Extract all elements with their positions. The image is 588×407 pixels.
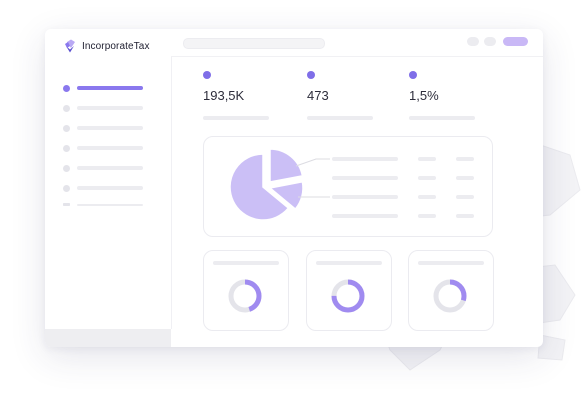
pie-legend-row	[332, 214, 482, 218]
card-title-placeholder	[316, 261, 382, 265]
sidebar-footer	[45, 329, 171, 347]
pie-chart-card	[203, 136, 493, 237]
sidebar-item-label-placeholder	[77, 146, 143, 150]
pie-legend-row	[332, 157, 482, 161]
sidebar-item-7-partial	[63, 203, 143, 206]
sidebar-item-dot	[63, 84, 70, 92]
sidebar-item-6[interactable]	[63, 184, 143, 192]
legend-value-placeholder	[418, 195, 436, 199]
sidebar-item-label-placeholder	[77, 166, 143, 170]
brand-name: IncorporateTax	[82, 40, 150, 52]
sidebar-item-2[interactable]	[63, 104, 143, 112]
sidebar: IncorporateTax	[45, 29, 172, 329]
pie-legend-row	[332, 195, 482, 199]
topbar-pill-2[interactable]	[484, 37, 496, 46]
legend-value-placeholder	[418, 157, 436, 161]
pie-chart	[229, 148, 330, 221]
donut-card-1	[203, 250, 289, 331]
stat-value: 473	[307, 88, 329, 103]
sidebar-item-4[interactable]	[63, 144, 143, 152]
stat-2: 473	[307, 71, 387, 121]
legend-label-placeholder	[332, 214, 398, 218]
sidebar-item-3[interactable]	[63, 124, 143, 132]
sidebar-item-1[interactable]	[63, 84, 143, 92]
donut-card-2	[306, 250, 392, 331]
stat-3: 1,5%	[409, 71, 489, 121]
topbar-pill-1[interactable]	[467, 37, 479, 46]
donut-chart	[331, 279, 365, 313]
pie-callout-line	[295, 158, 330, 167]
topbar-action-button[interactable]	[503, 37, 528, 46]
legend-value-placeholder	[418, 214, 436, 218]
stat-label-placeholder	[203, 116, 269, 120]
donut-chart	[433, 279, 467, 313]
legend-value-placeholder	[456, 195, 474, 199]
top-bar	[171, 29, 543, 57]
legend-label-placeholder	[332, 176, 398, 180]
sidebar-item-dot	[63, 184, 70, 192]
legend-label-placeholder	[332, 157, 398, 161]
app-window: IncorporateTax 193,5K 473 1,5%	[45, 29, 543, 347]
stat-value: 193,5K	[203, 88, 245, 103]
sidebar-item-label-placeholder	[77, 186, 143, 190]
sidebar-item-label-placeholder	[77, 106, 143, 110]
stat-label-placeholder	[307, 116, 373, 120]
sidebar-item-label-placeholder	[77, 203, 143, 206]
stat-dot	[307, 71, 315, 79]
sidebar-item-5[interactable]	[63, 164, 143, 172]
card-title-placeholder	[418, 261, 484, 265]
stacked-diamond-logo-icon	[65, 39, 75, 53]
legend-value-placeholder	[456, 176, 474, 180]
stat-label-placeholder	[409, 116, 475, 120]
sidebar-item-dot	[63, 164, 70, 172]
stat-dot	[409, 71, 417, 79]
legend-value-placeholder	[456, 214, 474, 218]
donut-chart	[228, 279, 262, 313]
sidebar-item-dot	[63, 203, 70, 206]
sidebar-item-dot	[63, 104, 70, 112]
stat-1: 193,5K	[203, 71, 283, 121]
sidebar-item-label-placeholder	[77, 86, 143, 90]
sidebar-item-dot	[63, 124, 70, 132]
sidebar-item-label-placeholder	[77, 126, 143, 130]
legend-label-placeholder	[332, 195, 398, 199]
card-title-placeholder	[213, 261, 279, 265]
legend-value-placeholder	[418, 176, 436, 180]
legend-value-placeholder	[456, 157, 474, 161]
search-input[interactable]	[183, 38, 325, 49]
stat-dot	[203, 71, 211, 79]
donut-card-3	[408, 250, 494, 331]
pie-legend-row	[332, 176, 482, 180]
stat-value: 1,5%	[409, 88, 439, 103]
brand-logo[interactable]: IncorporateTax	[63, 39, 150, 53]
sidebar-item-dot	[63, 144, 70, 152]
